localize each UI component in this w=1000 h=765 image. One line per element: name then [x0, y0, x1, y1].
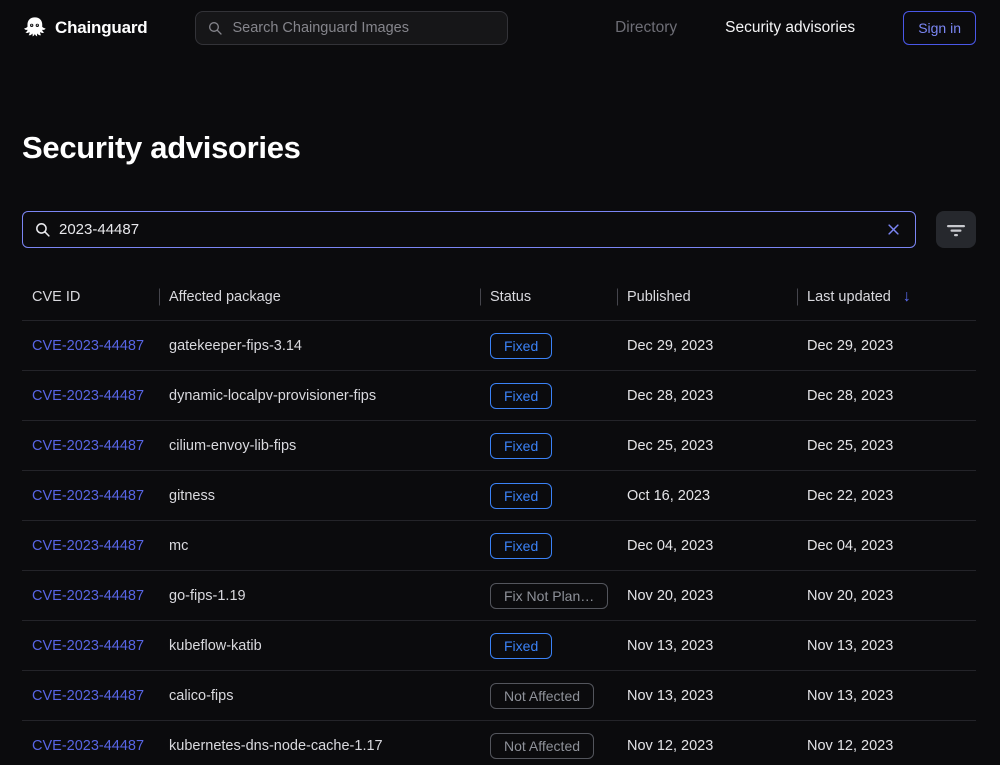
- nav-links: Directory Security advisories Sign in: [615, 11, 976, 45]
- published-date: Nov 13, 2023: [617, 638, 797, 654]
- status-badge: Not Affected: [490, 733, 594, 759]
- updated-date: Dec 29, 2023: [797, 338, 976, 354]
- updated-date: Dec 25, 2023: [797, 438, 976, 454]
- package-name: kubernetes-dns-node-cache-1.17: [159, 738, 480, 754]
- updated-date: Dec 28, 2023: [797, 388, 976, 404]
- cve-link[interactable]: CVE-2023-44487: [32, 638, 144, 654]
- table-row: CVE-2023-44487 calico-fips Not Affected Nov…: [22, 670, 976, 720]
- search-icon: [34, 221, 51, 238]
- updated-date: Nov 13, 2023: [797, 638, 976, 654]
- main-content: Security advisories: [0, 130, 1000, 765]
- status-badge: Not Affected: [490, 683, 594, 709]
- table-row: CVE-2023-44487 go-fips-1.19 Fix Not Plan… N…: [22, 570, 976, 620]
- cve-link[interactable]: CVE-2023-44487: [32, 388, 144, 404]
- package-name: gitness: [159, 488, 480, 504]
- octopus-logo-icon: [22, 15, 47, 40]
- column-header-last-updated[interactable]: Last updated ↓: [797, 289, 976, 305]
- column-header-cve-id[interactable]: CVE ID: [22, 289, 159, 305]
- package-name: go-fips-1.19: [159, 588, 480, 604]
- column-header-published[interactable]: Published: [617, 289, 797, 305]
- published-date: Oct 16, 2023: [617, 488, 797, 504]
- global-search-input[interactable]: [232, 20, 496, 36]
- status-badge: Fixed: [490, 633, 552, 659]
- cve-link[interactable]: CVE-2023-44487: [32, 488, 144, 504]
- table-body: CVE-2023-44487 gatekeeper-fips-3.14 Fixed D…: [22, 320, 976, 765]
- advisory-search: [22, 211, 916, 248]
- filter-icon: [946, 222, 966, 238]
- status-badge: Fixed: [490, 483, 552, 509]
- filter-button[interactable]: [936, 211, 976, 248]
- package-name: mc: [159, 538, 480, 554]
- cve-link[interactable]: CVE-2023-44487: [32, 588, 144, 604]
- status-badge: Fixed: [490, 333, 552, 359]
- brand-name: Chainguard: [55, 18, 147, 38]
- updated-date: Nov 20, 2023: [797, 588, 976, 604]
- cve-link[interactable]: CVE-2023-44487: [32, 688, 144, 704]
- column-header-status[interactable]: Status: [480, 289, 617, 305]
- updated-date: Nov 13, 2023: [797, 688, 976, 704]
- status-badge: Fixed: [490, 433, 552, 459]
- table-row: CVE-2023-44487 cilium-envoy-lib-fips Fixed…: [22, 420, 976, 470]
- advisory-search-input[interactable]: [59, 221, 876, 238]
- page-title: Security advisories: [22, 130, 976, 166]
- package-name: kubeflow-katib: [159, 638, 480, 654]
- published-date: Dec 04, 2023: [617, 538, 797, 554]
- column-header-affected-package[interactable]: Affected package: [159, 289, 480, 305]
- cve-link[interactable]: CVE-2023-44487: [32, 438, 144, 454]
- chainguard-logo[interactable]: Chainguard: [22, 15, 147, 40]
- advisory-controls: [22, 211, 976, 248]
- published-date: Nov 12, 2023: [617, 738, 797, 754]
- package-name: cilium-envoy-lib-fips: [159, 438, 480, 454]
- published-date: Dec 29, 2023: [617, 338, 797, 354]
- nav-link-security-advisories[interactable]: Security advisories: [725, 19, 855, 37]
- navbar: Chainguard Directory Security advisories…: [0, 0, 1000, 55]
- updated-date: Dec 22, 2023: [797, 488, 976, 504]
- table-row: CVE-2023-44487 kubeflow-katib Fixed Nov 13,…: [22, 620, 976, 670]
- table-row: CVE-2023-44487 dynamic-localpv-provisione…: [22, 370, 976, 420]
- published-date: Nov 13, 2023: [617, 688, 797, 704]
- cve-link[interactable]: CVE-2023-44487: [32, 538, 144, 554]
- package-name: gatekeeper-fips-3.14: [159, 338, 480, 354]
- status-badge: Fixed: [490, 533, 552, 559]
- nav-link-directory[interactable]: Directory: [615, 19, 677, 37]
- search-icon: [207, 20, 223, 36]
- global-search: [195, 11, 508, 45]
- clear-search-button[interactable]: [884, 220, 903, 239]
- package-name: calico-fips: [159, 688, 480, 704]
- close-icon: [886, 222, 901, 237]
- cve-link[interactable]: CVE-2023-44487: [32, 738, 144, 754]
- published-date: Nov 20, 2023: [617, 588, 797, 604]
- updated-date: Nov 12, 2023: [797, 738, 976, 754]
- table-row: CVE-2023-44487 gatekeeper-fips-3.14 Fixed D…: [22, 320, 976, 370]
- table-header: CVE ID Affected package Status Published…: [22, 274, 976, 320]
- advisories-table: CVE ID Affected package Status Published…: [22, 274, 976, 765]
- column-header-label: Last updated: [807, 289, 891, 305]
- published-date: Dec 28, 2023: [617, 388, 797, 404]
- sort-descending-icon[interactable]: ↓: [903, 289, 911, 305]
- table-row: CVE-2023-44487 kubernetes-dns-node-cache-…: [22, 720, 976, 765]
- package-name: dynamic-localpv-provisioner-fips: [159, 388, 480, 404]
- sign-in-button[interactable]: Sign in: [903, 11, 976, 45]
- published-date: Dec 25, 2023: [617, 438, 797, 454]
- cve-link[interactable]: CVE-2023-44487: [32, 338, 144, 354]
- status-badge: Fixed: [490, 383, 552, 409]
- table-row: CVE-2023-44487 mc Fixed Dec 04, 2023Dec 04,…: [22, 520, 976, 570]
- table-row: CVE-2023-44487 gitness Fixed Oct 16, 2023De…: [22, 470, 976, 520]
- updated-date: Dec 04, 2023: [797, 538, 976, 554]
- status-badge: Fix Not Plan…: [490, 583, 608, 609]
